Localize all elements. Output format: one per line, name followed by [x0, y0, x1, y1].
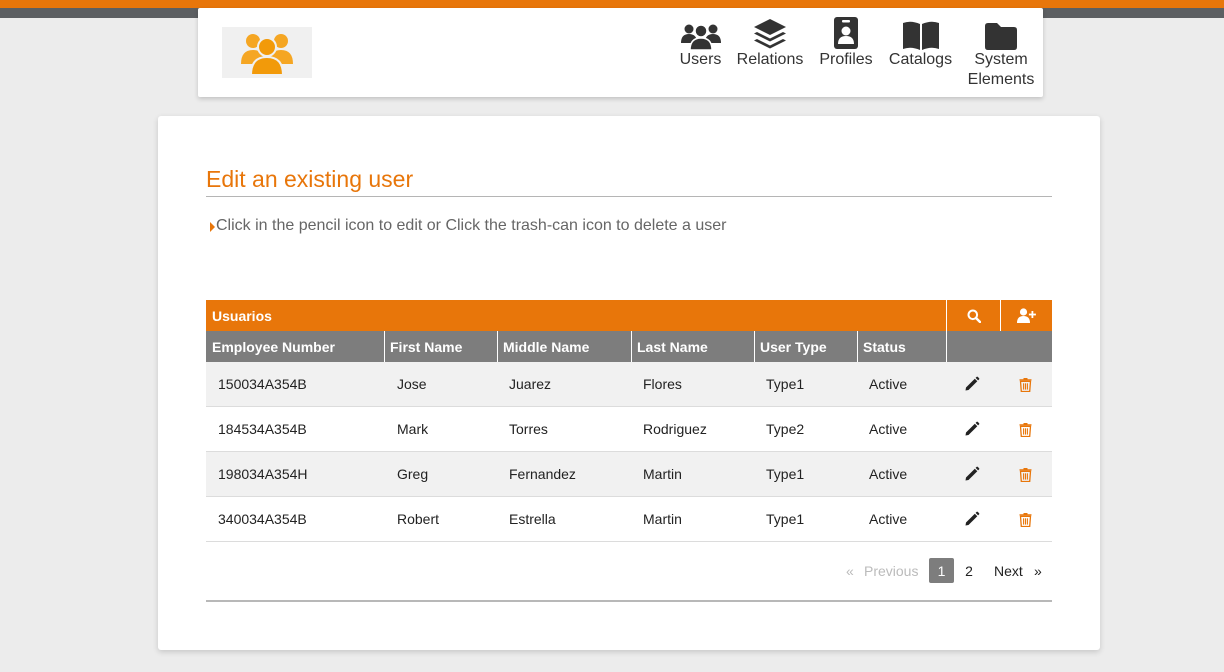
- search-icon: [967, 309, 981, 323]
- cell-first-name: Jose: [397, 376, 427, 392]
- cell-user-type: Type1: [766, 511, 805, 527]
- cell-status: Active: [869, 376, 908, 392]
- page-title: Edit an existing user: [206, 166, 414, 192]
- delete-button[interactable]: [1019, 452, 1032, 496]
- col-status[interactable]: Status: [863, 331, 906, 362]
- title-divider: [206, 196, 1052, 197]
- cell-employee-number: 184534A354B: [218, 421, 307, 437]
- nav-catalogs-label: Catalogs: [888, 51, 953, 68]
- table-header-row: Employee Number First Name Middle Name L…: [206, 331, 1052, 362]
- navigation-card: Users Relations Profiles Catalogs System…: [198, 8, 1043, 97]
- cell-user-type: Type1: [766, 376, 805, 392]
- cell-middle-name: Fernandez: [509, 466, 576, 482]
- table-row: 184534A354B Mark Torres Rodriguez Type2 …: [206, 407, 1052, 452]
- page-1-button[interactable]: 1: [929, 558, 954, 583]
- nav-system-elements[interactable]: System Elements: [966, 16, 1036, 90]
- nav-relations[interactable]: Relations: [736, 16, 804, 70]
- app-logo[interactable]: [222, 27, 312, 78]
- edit-button[interactable]: [964, 362, 980, 406]
- col-last-name[interactable]: Last Name: [637, 331, 708, 362]
- cell-user-type: Type1: [766, 466, 805, 482]
- pencil-icon: [965, 511, 980, 526]
- instruction-label: Click in the pencil icon to edit or Clic…: [216, 217, 727, 234]
- book-icon: [902, 21, 939, 50]
- cell-employee-number: 150034A354B: [218, 376, 307, 392]
- cell-user-type: Type2: [766, 421, 805, 437]
- nav-users[interactable]: Users: [678, 16, 723, 70]
- nav-users-label: Users: [679, 51, 722, 68]
- users-group-logo-icon: [241, 34, 293, 76]
- pencil-icon: [965, 466, 980, 481]
- cell-middle-name: Juarez: [509, 376, 552, 392]
- trash-icon: [1019, 422, 1032, 437]
- prev-arrow[interactable]: «: [846, 558, 854, 583]
- trash-icon: [1019, 512, 1032, 527]
- col-employee-number[interactable]: Employee Number: [212, 331, 335, 362]
- delete-button[interactable]: [1019, 497, 1032, 541]
- nav-relations-label: Relations: [736, 51, 804, 68]
- caret-right-icon: [210, 222, 215, 232]
- cell-status: Active: [869, 466, 908, 482]
- nav-system-label: System: [974, 51, 1028, 68]
- next-arrow[interactable]: »: [1034, 558, 1042, 583]
- cell-middle-name: Torres: [509, 421, 548, 437]
- cell-last-name: Flores: [643, 376, 682, 392]
- page-2-button[interactable]: 2: [960, 558, 978, 583]
- col-middle-name[interactable]: Middle Name: [503, 331, 589, 362]
- cell-status: Active: [869, 421, 908, 437]
- add-user-button[interactable]: [1001, 300, 1052, 331]
- cell-middle-name: Estrella: [509, 511, 556, 527]
- trash-icon: [1019, 377, 1032, 392]
- edit-button[interactable]: [964, 452, 980, 496]
- search-button[interactable]: [947, 300, 1000, 331]
- pencil-icon: [965, 376, 980, 391]
- bottom-divider: [206, 600, 1052, 602]
- col-user-type[interactable]: User Type: [760, 331, 827, 362]
- cell-employee-number: 198034A354H: [218, 466, 308, 482]
- folder-icon: [985, 23, 1017, 50]
- table-row: 150034A354B Jose Juarez Flores Type1 Act…: [206, 362, 1052, 407]
- top-accent-stripe: [0, 0, 1224, 8]
- instruction-text: Click in the pencil icon to edit or Clic…: [210, 217, 727, 235]
- id-badge-icon: [834, 17, 858, 49]
- cell-last-name: Rodriguez: [643, 421, 707, 437]
- cell-employee-number: 340034A354B: [218, 511, 307, 527]
- previous-page-link[interactable]: Previous: [864, 558, 918, 583]
- user-plus-icon: [1016, 308, 1036, 323]
- nav-profiles-label: Profiles: [819, 51, 873, 68]
- next-page-link[interactable]: Next: [994, 558, 1023, 583]
- cell-last-name: Martin: [643, 511, 682, 527]
- nav-catalogs[interactable]: Catalogs: [888, 16, 953, 70]
- table-row: 198034A354H Greg Fernandez Martin Type1 …: [206, 452, 1052, 497]
- cell-first-name: Greg: [397, 466, 429, 482]
- trash-icon: [1019, 467, 1032, 482]
- users-icon: [680, 24, 721, 50]
- table-title: Usuarios: [212, 307, 272, 324]
- edit-button[interactable]: [964, 407, 980, 451]
- nav-elements-label: Elements: [967, 71, 1035, 88]
- nav-profiles[interactable]: Profiles: [817, 16, 875, 70]
- cell-first-name: Robert: [397, 511, 440, 527]
- col-first-name[interactable]: First Name: [390, 331, 462, 362]
- layers-icon: [754, 19, 786, 49]
- table-title-bar: Usuarios: [206, 300, 1052, 331]
- table-row: 340034A354B Robert Estrella Martin Type1…: [206, 497, 1052, 542]
- delete-button[interactable]: [1019, 407, 1032, 451]
- delete-button[interactable]: [1019, 362, 1032, 406]
- cell-status: Active: [869, 511, 908, 527]
- pencil-icon: [965, 421, 980, 436]
- cell-first-name: Mark: [397, 421, 429, 437]
- cell-last-name: Martin: [643, 466, 682, 482]
- edit-button[interactable]: [964, 497, 980, 541]
- main-card: Edit an existing user Click in the penci…: [158, 116, 1100, 650]
